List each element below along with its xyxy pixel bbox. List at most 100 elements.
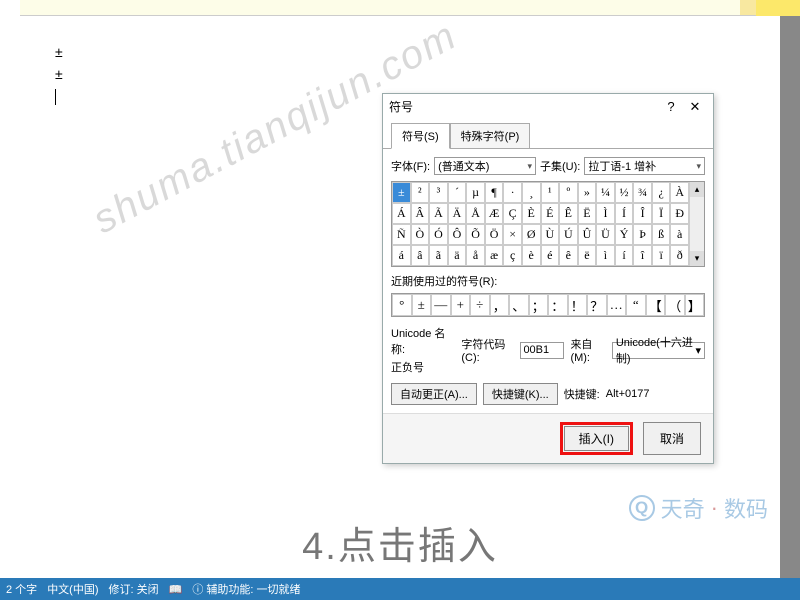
symbol-cell[interactable]: Ç <box>503 203 522 224</box>
symbol-cell[interactable]: Ü <box>596 224 615 245</box>
symbol-cell[interactable]: ß <box>652 224 671 245</box>
symbol-cell[interactable]: Ö <box>485 224 504 245</box>
symbol-cell[interactable]: á <box>392 245 411 266</box>
recent-symbol-cell[interactable]: ； <box>529 294 549 316</box>
symbol-cell[interactable]: É <box>541 203 560 224</box>
symbol-cell[interactable]: Ï <box>652 203 671 224</box>
symbol-cell[interactable]: Á <box>392 203 411 224</box>
symbol-cell[interactable]: Û <box>578 224 597 245</box>
symbol-cell[interactable]: ² <box>411 182 430 203</box>
symbol-cell[interactable]: Ê <box>559 203 578 224</box>
recent-symbol-cell[interactable]: ° <box>392 294 412 316</box>
symbol-cell[interactable]: ã <box>429 245 448 266</box>
recent-symbol-cell[interactable]: （ <box>665 294 685 316</box>
symbol-cell[interactable]: î <box>633 245 652 266</box>
grid-scrollbar[interactable]: ▴ ▾ <box>689 182 704 266</box>
recent-symbol-cell[interactable]: + <box>451 294 471 316</box>
symbol-cell[interactable]: È <box>522 203 541 224</box>
symbol-cell[interactable]: à <box>670 224 689 245</box>
symbol-cell[interactable]: º <box>559 182 578 203</box>
autocorrect-button[interactable]: 自动更正(A)... <box>391 383 477 405</box>
recent-symbol-cell[interactable]: — <box>431 294 451 316</box>
status-bar: 2 个字 中文(中国) 修订: 关闭 📖 ⓘ 辅助功能: 一切就绪 <box>0 578 800 600</box>
symbol-cell[interactable]: Í <box>615 203 634 224</box>
char-code-input[interactable] <box>520 342 564 359</box>
symbol-cell[interactable]: ´ <box>448 182 467 203</box>
symbol-cell[interactable]: ¹ <box>541 182 560 203</box>
symbol-cell[interactable]: Æ <box>485 203 504 224</box>
symbol-cell[interactable]: Ã <box>429 203 448 224</box>
symbol-cell[interactable]: Å <box>466 203 485 224</box>
symbol-cell[interactable]: Þ <box>633 224 652 245</box>
symbol-cell[interactable]: å <box>466 245 485 266</box>
status-word-count[interactable]: 2 个字 <box>6 581 37 597</box>
symbol-cell[interactable]: Ë <box>578 203 597 224</box>
recent-symbol-cell[interactable]: … <box>607 294 627 316</box>
scroll-up-icon[interactable]: ▴ <box>690 182 704 197</box>
symbol-cell[interactable]: × <box>503 224 522 245</box>
recent-symbol-cell[interactable]: ！ <box>568 294 588 316</box>
subset-select[interactable]: 拉丁语-1 增补 ▾ <box>584 157 705 175</box>
symbol-cell[interactable]: » <box>578 182 597 203</box>
recent-symbol-cell[interactable]: ± <box>412 294 432 316</box>
symbol-cell[interactable]: æ <box>485 245 504 266</box>
symbol-cell[interactable]: Õ <box>466 224 485 245</box>
symbol-cell[interactable]: Ó <box>429 224 448 245</box>
symbol-cell[interactable]: ë <box>578 245 597 266</box>
recent-symbol-cell[interactable]: ÷ <box>470 294 490 316</box>
symbol-cell[interactable]: Ý <box>615 224 634 245</box>
symbol-cell[interactable]: ¼ <box>596 182 615 203</box>
symbol-cell[interactable]: é <box>541 245 560 266</box>
symbol-cell[interactable]: Ð <box>670 203 689 224</box>
symbol-cell[interactable]: ï <box>652 245 671 266</box>
symbol-cell[interactable]: ç <box>503 245 522 266</box>
status-language[interactable]: 中文(中国) <box>47 581 98 597</box>
symbol-cell[interactable]: ì <box>596 245 615 266</box>
symbol-cell[interactable]: è <box>522 245 541 266</box>
symbol-cell[interactable]: Î <box>633 203 652 224</box>
symbol-cell[interactable]: Ñ <box>392 224 411 245</box>
symbol-cell[interactable]: ³ <box>429 182 448 203</box>
symbol-cell[interactable]: ê <box>559 245 578 266</box>
symbol-cell[interactable]: ¸ <box>522 182 541 203</box>
symbol-cell[interactable]: ± <box>392 182 411 203</box>
symbol-cell[interactable]: Ô <box>448 224 467 245</box>
symbol-cell[interactable]: Ò <box>411 224 430 245</box>
symbol-cell[interactable]: â <box>411 245 430 266</box>
symbol-cell[interactable]: Ù <box>541 224 560 245</box>
recent-symbol-cell[interactable]: ： <box>548 294 568 316</box>
symbol-cell[interactable]: Ú <box>559 224 578 245</box>
tab-special-chars[interactable]: 特殊字符(P) <box>450 123 531 149</box>
symbol-cell[interactable]: Ì <box>596 203 615 224</box>
recent-symbol-cell[interactable]: “ <box>626 294 646 316</box>
recent-symbol-cell[interactable]: 】 <box>685 294 705 316</box>
status-revise[interactable]: 修订: 关闭 <box>109 581 159 597</box>
symbol-cell[interactable]: Ä <box>448 203 467 224</box>
symbol-cell[interactable]: ä <box>448 245 467 266</box>
recent-symbol-cell[interactable]: 、 <box>509 294 529 316</box>
font-select[interactable]: (普通文本) ▾ <box>434 157 536 175</box>
symbol-cell[interactable]: µ <box>466 182 485 203</box>
from-select[interactable]: Unicode(十六进制) ▾ <box>612 342 705 359</box>
symbol-cell[interactable]: ¾ <box>633 182 652 203</box>
symbol-cell[interactable]: Ø <box>522 224 541 245</box>
close-icon[interactable]: ✕ <box>683 99 707 115</box>
help-icon[interactable]: ? <box>659 99 683 114</box>
cancel-button[interactable]: 取消 <box>643 422 701 455</box>
insert-button[interactable]: 插入(I) <box>564 426 629 451</box>
symbol-cell[interactable]: ð <box>670 245 689 266</box>
symbol-cell[interactable]: ½ <box>615 182 634 203</box>
recent-symbol-cell[interactable]: ？ <box>587 294 607 316</box>
tab-symbols[interactable]: 符号(S) <box>391 123 450 149</box>
symbol-cell[interactable]: ¿ <box>652 182 671 203</box>
recent-symbol-cell[interactable]: 【 <box>646 294 666 316</box>
symbol-cell[interactable]: Â <box>411 203 430 224</box>
symbol-cell[interactable]: · <box>503 182 522 203</box>
scroll-down-icon[interactable]: ▾ <box>690 251 704 266</box>
symbol-cell[interactable]: À <box>670 182 689 203</box>
shortcut-key-button[interactable]: 快捷键(K)... <box>483 383 558 405</box>
recent-symbol-cell[interactable]: ， <box>490 294 510 316</box>
symbol-cell[interactable]: ¶ <box>485 182 504 203</box>
symbol-cell[interactable]: í <box>615 245 634 266</box>
scroll-track[interactable] <box>690 197 704 251</box>
